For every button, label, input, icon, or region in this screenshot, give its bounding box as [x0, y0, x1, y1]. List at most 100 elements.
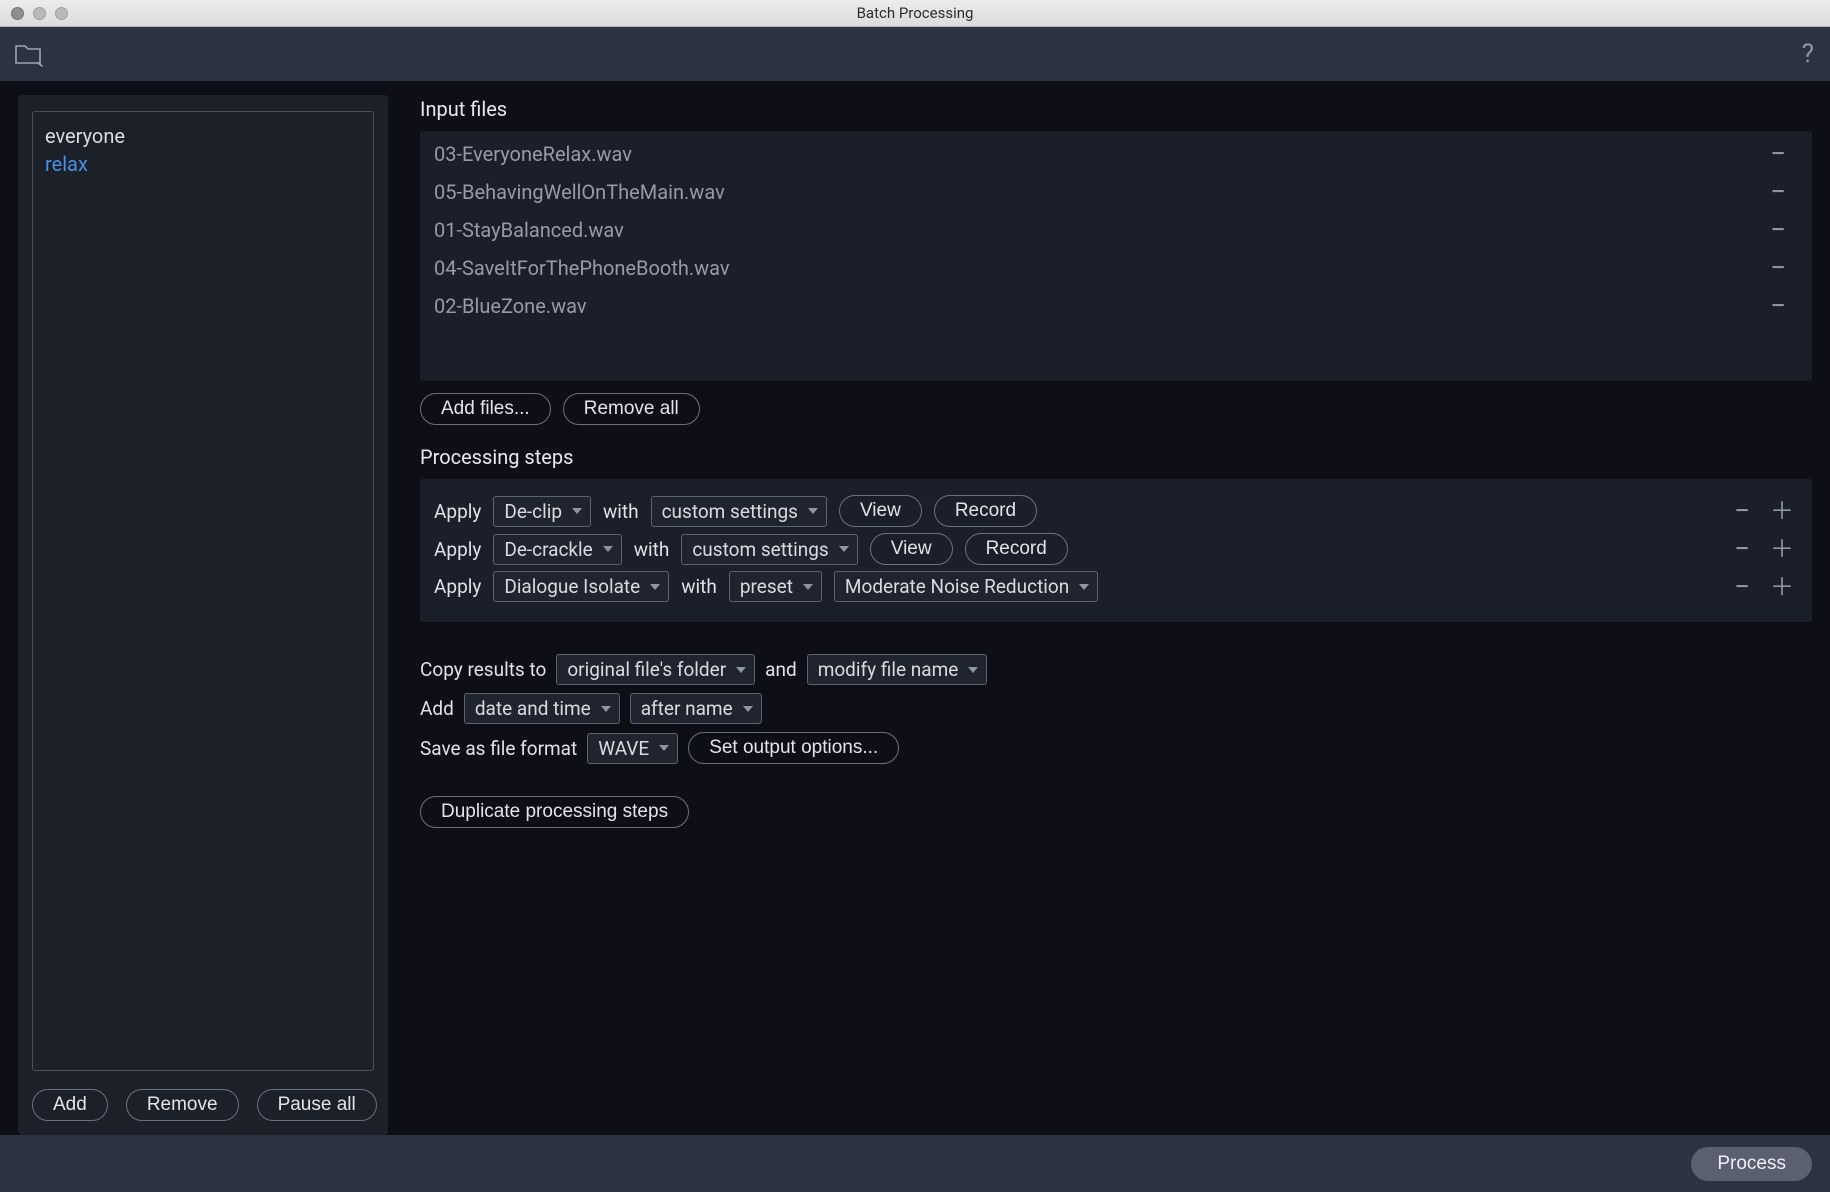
remove-file-icon[interactable]: −: [1766, 182, 1790, 202]
set-output-options-button[interactable]: Set output options...: [688, 732, 899, 764]
with-label: with: [634, 538, 670, 561]
with-label: with: [603, 500, 639, 523]
with-label: with: [681, 575, 717, 598]
chevron-down-icon: [968, 667, 978, 673]
step-mode-dropdown[interactable]: preset: [729, 571, 822, 602]
copy-results-label: Copy results to: [420, 658, 546, 681]
queue-add-button[interactable]: Add: [32, 1089, 108, 1121]
help-icon[interactable]: ?: [1802, 39, 1814, 69]
remove-file-icon[interactable]: −: [1766, 220, 1790, 240]
remove-file-icon[interactable]: −: [1766, 258, 1790, 278]
input-file-name[interactable]: 03-EveryoneRelax.wav: [434, 139, 632, 169]
chevron-down-icon: [659, 745, 669, 751]
right-panel: Input files 03-EveryoneRelax.wav−05-Beha…: [420, 95, 1818, 1135]
input-file-name[interactable]: 01-StayBalanced.wav: [434, 215, 624, 245]
step-module-dropdown[interactable]: De-clip: [493, 496, 591, 527]
remove-step-icon[interactable]: −: [1730, 577, 1754, 597]
add-step-icon[interactable]: ＋: [1766, 539, 1798, 559]
name-mode-dropdown[interactable]: modify file name: [807, 654, 988, 685]
step-module-dropdown[interactable]: Dialogue Isolate: [493, 571, 669, 602]
queue-remove-button[interactable]: Remove: [126, 1089, 239, 1121]
step-mode-dropdown[interactable]: custom settings: [651, 496, 827, 527]
step-record-button[interactable]: Record: [965, 533, 1068, 565]
add-files-button[interactable]: Add files...: [420, 393, 551, 425]
queue-list: everyonerelax: [32, 111, 374, 1071]
chevron-down-icon: [839, 546, 849, 552]
copy-dest-value: original file's folder: [567, 658, 726, 681]
chevron-down-icon: [601, 706, 611, 712]
and-label: and: [765, 658, 797, 681]
remove-step-icon[interactable]: −: [1730, 501, 1754, 521]
processing-steps-heading: Processing steps: [420, 445, 1812, 469]
processing-step-row: Apply De-clip with custom settings View Recor…: [434, 495, 1798, 527]
name-mode-value: modify file name: [818, 658, 959, 681]
folder-icon[interactable]: [14, 41, 44, 67]
input-files-heading: Input files: [420, 97, 1812, 121]
step-mode-dropdown-value: custom settings: [692, 538, 828, 561]
add-step-icon[interactable]: ＋: [1766, 577, 1798, 597]
apply-label: Apply: [434, 500, 481, 523]
remove-file-icon[interactable]: −: [1766, 144, 1790, 164]
duplicate-steps-button[interactable]: Duplicate processing steps: [420, 796, 689, 828]
processing-step-row: Apply Dialogue Isolate with preset Moderate …: [434, 571, 1798, 602]
input-file-row: 01-StayBalanced.wav −: [420, 211, 1812, 249]
duplicate-row: Duplicate processing steps: [420, 796, 1812, 828]
chevron-down-icon: [603, 546, 613, 552]
apply-label: Apply: [434, 538, 481, 561]
chevron-down-icon: [803, 584, 813, 590]
input-file-row: 03-EveryoneRelax.wav −: [420, 135, 1812, 173]
processing-steps-panel: Apply De-clip with custom settings View Recor…: [420, 479, 1812, 622]
add-step-icon[interactable]: ＋: [1766, 501, 1798, 521]
apply-label: Apply: [434, 575, 481, 598]
step-mode-dropdown-value: custom settings: [662, 500, 798, 523]
add-where-value: after name: [641, 697, 733, 720]
chevron-down-icon: [808, 508, 818, 514]
toolbar: ?: [0, 27, 1830, 81]
copy-dest-dropdown[interactable]: original file's folder: [556, 654, 755, 685]
footer: Process: [0, 1135, 1830, 1192]
chevron-down-icon: [1079, 584, 1089, 590]
input-file-name[interactable]: 05-BehavingWellOnTheMain.wav: [434, 177, 725, 207]
queue-buttons: Add Remove Pause all: [32, 1089, 374, 1121]
input-file-name[interactable]: 02-BlueZone.wav: [434, 291, 587, 321]
step-record-button[interactable]: Record: [934, 495, 1037, 527]
queue-item[interactable]: everyone: [45, 122, 361, 150]
chevron-down-icon: [743, 706, 753, 712]
step-module-dropdown-value: De-clip: [504, 500, 562, 523]
chevron-down-icon: [650, 584, 660, 590]
remove-file-icon[interactable]: −: [1766, 296, 1790, 316]
step-module-dropdown-value: Dialogue Isolate: [504, 575, 640, 598]
remove-step-icon[interactable]: −: [1730, 539, 1754, 559]
processing-step-row: Apply De-crackle with custom settings View Re…: [434, 533, 1798, 565]
step-module-dropdown[interactable]: De-crackle: [493, 534, 621, 565]
format-value: WAVE: [598, 737, 649, 760]
title-bar: Batch Processing: [0, 0, 1830, 27]
format-dropdown[interactable]: WAVE: [587, 733, 678, 764]
window-title: Batch Processing: [0, 4, 1830, 22]
add-what-dropdown[interactable]: date and time: [464, 693, 620, 724]
step-module-dropdown-value: De-crackle: [504, 538, 592, 561]
queue-pause-all-button[interactable]: Pause all: [257, 1089, 377, 1121]
chevron-down-icon: [736, 667, 746, 673]
input-file-name[interactable]: 04-SaveItForThePhoneBooth.wav: [434, 253, 730, 283]
step-mode-dropdown-value: preset: [740, 575, 793, 598]
add-where-dropdown[interactable]: after name: [630, 693, 762, 724]
queue-item[interactable]: relax: [45, 150, 361, 178]
main-area: everyonerelax Add Remove Pause all Input…: [0, 81, 1830, 1135]
input-file-row: 05-BehavingWellOnTheMain.wav −: [420, 173, 1812, 211]
step-preset-dropdown[interactable]: Moderate Noise Reduction: [834, 571, 1098, 602]
queue-panel: everyonerelax Add Remove Pause all: [18, 95, 388, 1135]
input-file-row: 02-BlueZone.wav −: [420, 287, 1812, 325]
remove-all-button[interactable]: Remove all: [563, 393, 700, 425]
add-label: Add: [420, 697, 454, 720]
chevron-down-icon: [572, 508, 582, 514]
step-mode-dropdown[interactable]: custom settings: [681, 534, 857, 565]
step-view-button[interactable]: View: [839, 495, 922, 527]
process-button[interactable]: Process: [1691, 1147, 1812, 1181]
input-file-row: 04-SaveItForThePhoneBooth.wav −: [420, 249, 1812, 287]
save-format-label: Save as file format: [420, 737, 577, 760]
add-what-value: date and time: [475, 697, 591, 720]
step-view-button[interactable]: View: [870, 533, 953, 565]
input-files-buttons: Add files... Remove all: [420, 393, 1812, 425]
input-files-list: 03-EveryoneRelax.wav−05-BehavingWellOnTh…: [420, 131, 1812, 381]
